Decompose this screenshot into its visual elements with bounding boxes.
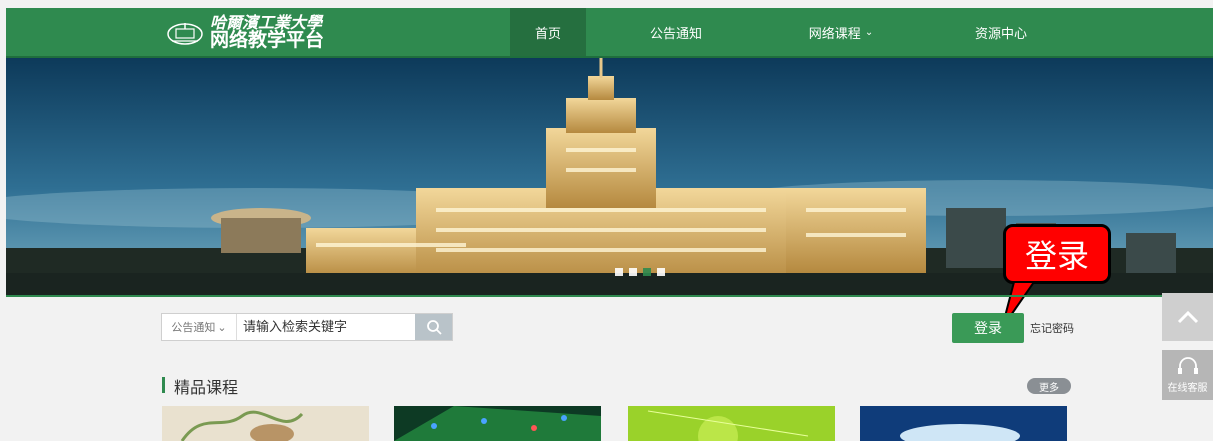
slider-dot[interactable] [615,268,623,276]
login-annotation-callout: 登录 [1003,224,1111,284]
course-card-thumbnail[interactable] [628,406,835,441]
nav-resource-center-label: 资源中心 [974,26,1027,42]
slider-dot-active[interactable] [643,268,651,276]
search-input[interactable] [237,314,415,340]
online-service-label: 在线客服 [1167,382,1208,394]
login-button[interactable]: 登录 [952,313,1024,343]
platform-name: 网络教学平台 [210,29,325,52]
nav-online-courses[interactable]: 网络课程 ⌄ [786,8,896,56]
nav-announcements[interactable]: 公告通知 [626,8,726,56]
nav-home-label: 首页 [534,26,561,42]
nav-online-courses-label: 网络课程 [808,26,861,42]
search-category-label: 公告通知 [171,321,216,334]
back-to-top-button[interactable] [1162,293,1213,341]
course-image [162,406,369,441]
course-card-thumbnail[interactable] [162,406,369,441]
more-button[interactable]: 更多 [1027,378,1071,394]
nav-announcements-label: 公告通知 [649,26,702,42]
chevron-up-icon [1177,310,1198,324]
search-bar: 公告通知 ⌄ [161,313,453,341]
chevron-down-icon: ⌄ [217,320,227,334]
nav-resource-center[interactable]: 资源中心 [956,8,1046,56]
slider-dot[interactable] [657,268,665,276]
course-card-thumbnail[interactable] [860,406,1067,441]
callout-text: 登录 [1024,237,1089,275]
course-image [628,406,835,441]
course-card-thumbnail[interactable] [394,406,601,441]
search-button[interactable] [415,314,452,340]
search-icon [426,320,442,335]
top-navbar: 哈爾濱工業大學 网络教学平台 首页 公告通知 网络课程 ⌄ 资源中心 [6,8,1213,58]
course-image [860,406,1067,441]
site-logo[interactable]: 哈爾濱工業大學 网络教学平台 [166,14,386,52]
forgot-password-link[interactable]: 忘记密码 [1030,320,1074,336]
course-image [394,406,601,441]
online-service-button[interactable]: 在线客服 [1162,350,1213,400]
chevron-down-icon: ⌄ [864,26,874,38]
section-title: 精品课程 [174,378,239,397]
university-emblem-icon [167,23,203,45]
headset-icon [1177,356,1198,374]
slider-dot[interactable] [629,268,637,276]
search-category-select[interactable]: 公告通知 ⌄ [162,314,237,340]
nav-home[interactable]: 首页 [510,8,586,56]
divider [6,295,1213,297]
banner-slider-dots [615,268,665,276]
section-marker [162,377,165,393]
